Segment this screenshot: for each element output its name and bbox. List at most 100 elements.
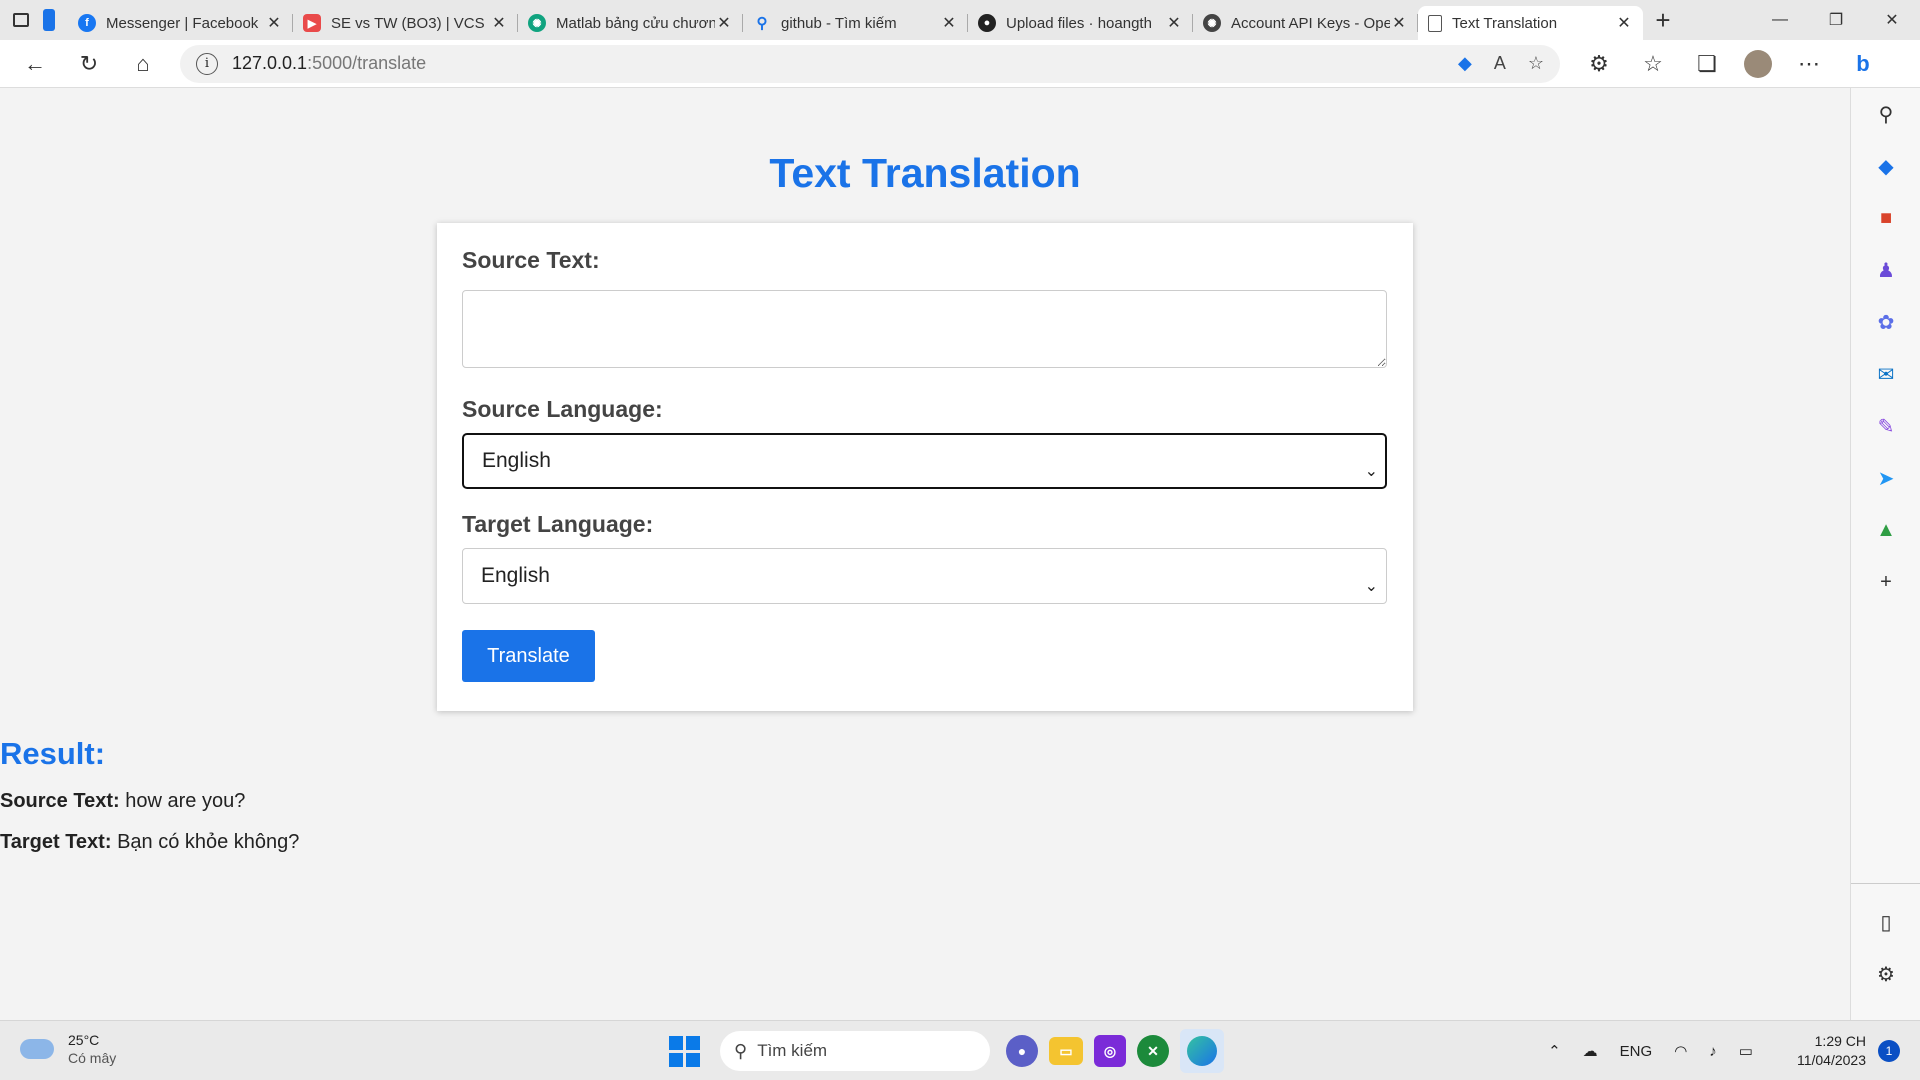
tab-title: Messenger | Facebook [106,14,259,32]
tab-chatgpt[interactable]: ✺ Matlab bảng cửu chương ✕ [518,6,743,40]
favorites-icon[interactable]: ☆ [1626,40,1680,88]
tab-text-translation[interactable]: Text Translation ✕ [1418,6,1643,40]
home-button[interactable]: ⌂ [116,40,170,88]
close-icon[interactable]: ✕ [265,13,283,33]
clock[interactable]: 1:29 CH 11/04/2023 [1775,1032,1866,1070]
restore-button[interactable]: ❐ [1808,0,1864,40]
read-aloud-icon[interactable]: A [1494,53,1506,74]
result-section: Result: Source Text: how are you? Target… [0,736,299,872]
notification-badge[interactable]: 1 [1878,1040,1900,1062]
vertical-tabs-icon[interactable] [43,9,55,31]
source-language-wrapper: English ⌄ [462,433,1388,489]
target-language-value: English [481,564,550,587]
tab-title: SE vs TW (BO3) | VCS [331,14,485,32]
target-language-label: Target Language: [462,511,654,537]
file-explorer-icon[interactable]: ▭ [1049,1037,1083,1065]
taskbar-search[interactable]: ⚲ Tìm kiếm [720,1031,990,1071]
close-icon[interactable]: ✕ [715,13,733,33]
add-icon[interactable]: + [1851,556,1920,608]
close-icon[interactable]: ✕ [940,13,958,33]
result-target-value: Bạn có khỏe không? [117,831,300,853]
split-screen-icon[interactable]: ▯ [1851,896,1920,948]
minimize-button[interactable]: — [1752,0,1808,40]
close-icon[interactable]: ✕ [1615,13,1633,33]
add-favorite-icon[interactable]: ☆ [1528,53,1544,74]
close-icon[interactable]: ✕ [1390,13,1408,33]
window-controls: — ❐ ✕ [1752,0,1920,40]
bing-chat-icon[interactable]: b [1836,40,1890,88]
new-tab-button[interactable]: + [1643,5,1683,36]
weather-text: 25°C Có mây [68,1031,116,1067]
tab-bing-search[interactable]: ⚲ github - Tìm kiếm ✕ [743,6,968,40]
tools-icon[interactable]: ■ [1851,192,1920,244]
battery-icon[interactable]: ▭ [1739,1042,1753,1060]
microsoft365-icon[interactable]: ✿ [1851,296,1920,348]
sidebar-bottom: ▯ ⚙ [1851,883,1920,1000]
edge-browser-icon[interactable] [1180,1029,1224,1073]
avatar[interactable] [1744,49,1772,78]
back-button[interactable]: ← [8,40,62,88]
shopping-tag-icon[interactable]: ◆ [1458,53,1472,74]
translate-button[interactable]: Translate [462,630,595,682]
page-content: Text Translation Source Text: Source Lan… [0,88,1850,1020]
target-language-select[interactable]: English [462,548,1387,604]
tab-messenger[interactable]: f Messenger | Facebook ✕ [68,6,293,40]
tab-title: Account API Keys - OpenAI [1231,14,1390,32]
xbox-icon[interactable]: ✕ [1137,1035,1169,1067]
source-text-label: Source Text: [462,247,600,273]
cloud-icon [20,1039,54,1059]
address-bar[interactable]: i 127.0.0.1:5000/translate ◆ A ☆ [180,44,1560,83]
collections-icon[interactable]: ❏ [1680,40,1734,88]
tab-openai[interactable]: ✺ Account API Keys - OpenAI ✕ [1193,6,1418,40]
edge-sidebar: ⚲ ◆ ■ ♟ ✿ ✉ ✎ ➤ ▲ + ▯ ⚙ [1850,88,1920,1020]
tree-icon[interactable]: ▲ [1851,504,1920,556]
send-icon[interactable]: ➤ [1851,452,1920,504]
chevron-up-icon[interactable]: ⌃ [1548,1042,1561,1060]
games-icon[interactable]: ♟ [1851,244,1920,296]
target-language-wrapper: English ⌄ [462,548,1388,604]
close-icon[interactable]: ✕ [490,13,508,33]
tab-strip: f Messenger | Facebook ✕ ▶ SE vs TW (BO3… [0,0,1920,40]
result-source-value: how are you? [125,790,246,812]
more-menu-icon[interactable]: ⋯ [1782,40,1836,88]
page-title: Text Translation [769,150,1081,196]
close-icon[interactable]: ✕ [1165,13,1183,33]
input-language[interactable]: ENG [1620,1043,1653,1060]
refresh-button[interactable]: ↻ [62,40,116,88]
tab-title: Upload files · hoangth [1006,14,1152,32]
tab-title: Matlab bảng cửu chương [556,14,715,32]
system-tray: ⌃ ☁ ENG ◠ ♪ ▭ 1:29 CH 11/04/2023 1 [1526,1029,1900,1073]
tab-title: Text Translation [1452,14,1558,32]
outlook-icon[interactable]: ✉ [1851,348,1920,400]
clock-date: 11/04/2023 [1796,1052,1866,1068]
windows-start-icon[interactable] [662,1029,706,1073]
settings-icon[interactable]: ⚙ [1851,948,1920,1000]
translation-form: Source Text: Source Language: English ⌄ … [437,223,1413,711]
weather-widget[interactable]: 25°C Có mây [20,1031,116,1067]
clock-time: 1:29 CH [1814,1033,1866,1049]
search-icon[interactable]: ⚲ [1851,88,1920,140]
result-target-label: Target Text: [0,831,112,853]
tab-actions-icon[interactable] [13,13,29,27]
wifi-icon[interactable]: ◠ [1674,1042,1687,1060]
tab-youtube[interactable]: ▶ SE vs TW (BO3) | VCS ✕ [293,6,518,40]
source-text-input[interactable] [462,290,1387,368]
tab-github[interactable]: ● Upload files · hoangth ✕ [968,6,1193,40]
window-close-button[interactable]: ✕ [1864,0,1920,40]
designer-icon[interactable]: ✎ [1851,400,1920,452]
onedrive-icon[interactable]: ☁ [1583,1042,1598,1060]
chatgpt-icon: ✺ [528,14,546,32]
address-path: :5000/translate [307,53,427,73]
shopping-icon[interactable]: ◆ [1851,140,1920,192]
volume-icon[interactable]: ♪ [1709,1043,1717,1060]
search-icon: ⚲ [734,1040,748,1061]
result-source-label: Source Text: [0,790,120,812]
launcher-icon[interactable]: ◎ [1094,1035,1126,1067]
teams-chat-icon[interactable]: ● [1006,1035,1038,1067]
facebook-icon: f [78,14,96,32]
extensions-icon[interactable]: ⚙ [1572,40,1626,88]
info-icon[interactable]: i [196,52,218,75]
taskbar-apps: ⚲ Tìm kiếm ● ▭ ◎ ✕ [662,1029,1224,1073]
source-language-select[interactable]: English [462,433,1387,489]
tab-title: github - Tìm kiếm [781,14,897,32]
